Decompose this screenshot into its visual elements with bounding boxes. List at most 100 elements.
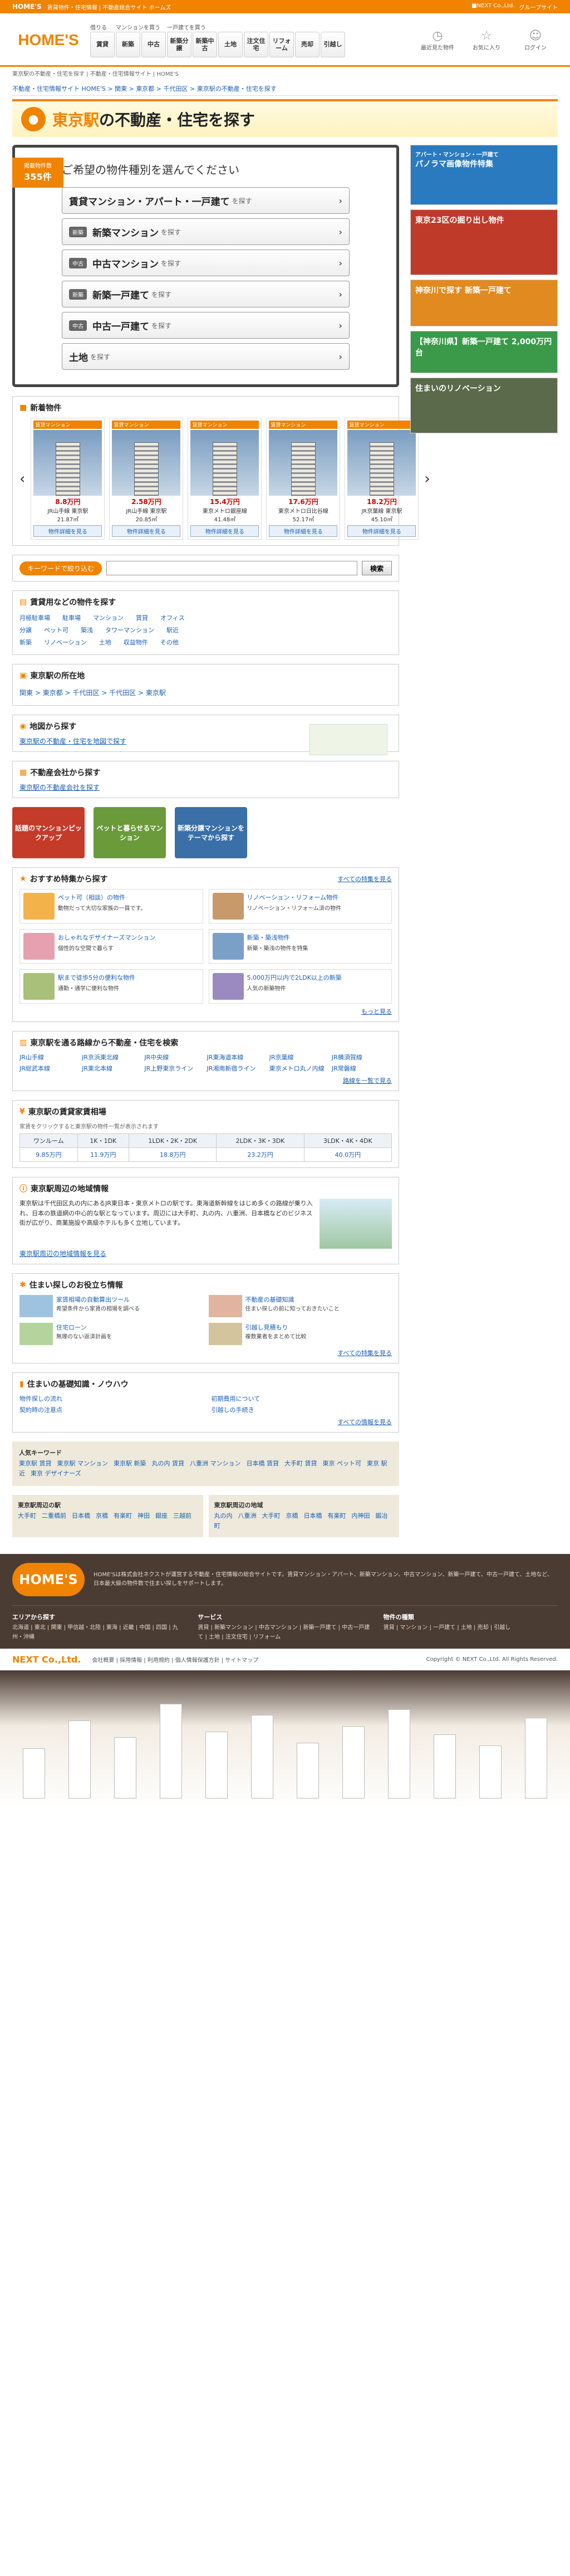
nearby-link[interactable]: 大手町 <box>18 1512 36 1519</box>
condition-link[interactable]: 月極駐車場 <box>19 614 50 622</box>
property-photo[interactable] <box>347 430 416 496</box>
condition-link[interactable]: ペット可 <box>44 627 68 634</box>
property-photo[interactable] <box>190 430 259 496</box>
line-link[interactable]: 東京メトロ丸ノ内線 <box>269 1064 330 1073</box>
breadcrumb-item[interactable]: 東京都 <box>136 85 154 92</box>
pickup-banner-1[interactable]: ペットと暮らせるマンション <box>94 807 166 858</box>
sidebar-banner-3[interactable]: 【神奈川県】新築一戸建て 2,000万円台 <box>410 331 558 373</box>
header-star-button[interactable]: ☆ お気に入り <box>464 23 509 57</box>
feature-item[interactable]: リノベーション・リフォーム物件 リノベーション・リフォーム済の物件 <box>208 889 392 923</box>
property-photo[interactable] <box>33 430 102 496</box>
popular-keyword[interactable]: 日本橋 賃貸 <box>247 1460 279 1467</box>
carousel-prev-icon[interactable]: ‹ <box>19 471 25 487</box>
line-link[interactable]: JR京浜東北線 <box>82 1053 142 1062</box>
feature-item[interactable]: ペット可（相談）の物件 動物だって大切な家族の一員です。 <box>19 889 203 923</box>
line-link[interactable]: JR横須賀線 <box>332 1053 392 1062</box>
rent-value[interactable]: 23.2万円 <box>216 1147 304 1162</box>
all-useful-link[interactable]: すべての特集を見る <box>337 1350 392 1357</box>
popular-keyword[interactable]: 東京駅 マンション <box>57 1460 109 1467</box>
condition-link[interactable]: オフィス <box>160 614 185 622</box>
popular-keyword[interactable]: 丸の内 賃貸 <box>152 1460 185 1467</box>
useful-title[interactable]: 家賃相場の自動算出ツール <box>56 1295 140 1304</box>
property-detail-button[interactable]: 物件詳細を見る <box>347 525 416 537</box>
knowhow-link[interactable]: 初期費用について <box>212 1394 392 1403</box>
footer-logo[interactable]: HOME'S <box>12 1563 85 1597</box>
type-button-0[interactable]: 賃貸マンション・アパート・一戸建て を探す › <box>62 187 350 214</box>
nearby-link[interactable]: 京橋 <box>96 1512 108 1519</box>
footer-column-links[interactable]: 北海道 | 東北 | 関東 | 甲信越・北陸 | 東海 | 近畿 | 中国 | … <box>12 1623 186 1642</box>
condition-link[interactable]: 賃貸 <box>136 614 148 622</box>
keyword-input[interactable] <box>106 561 357 575</box>
knowhow-link[interactable]: 物件探しの流れ <box>19 1394 200 1403</box>
nearby-link[interactable]: 日本橋 <box>72 1512 90 1519</box>
feature-item[interactable]: 駅まで徒歩5分の便利な物件 通勤・通学に便利な物件 <box>19 969 203 1004</box>
nav-button-2-0[interactable]: 新築分譲 <box>167 32 191 57</box>
property-card[interactable]: 賃貸マンション 18.2万円 JR京葉線 東京駅 45.10㎡ 物件詳細を見る <box>345 418 419 540</box>
line-link[interactable]: JR山手線 <box>19 1053 80 1062</box>
condition-link[interactable]: マンション <box>93 614 124 622</box>
header-clock-button[interactable]: ◷ 最近見た物件 <box>415 23 460 57</box>
feature-title[interactable]: 駅まで徒歩5分の便利な物件 <box>58 973 135 982</box>
popular-keyword[interactable]: 東京 デザイナーズ <box>31 1470 81 1477</box>
feature-title[interactable]: 5,000万円以内で2LDK以上の新築 <box>247 973 342 982</box>
footer-column-links[interactable]: 賃貸 | 新築マンション | 中古マンション | 新築一戸建て | 中古一戸建て… <box>198 1623 372 1642</box>
station-path-item[interactable]: 東京都 <box>43 689 63 697</box>
agent-search-link[interactable]: 東京駅の不動産会社を探す <box>19 781 100 794</box>
nav-button-2-1[interactable]: 新築中古 <box>193 32 217 57</box>
footer-links[interactable]: 会社概要 | 採用情報 | 利用規約 | 個人情報保護方針 | サイトマップ <box>92 1655 258 1664</box>
type-button-3[interactable]: 新築 新築一戸建て を探す › <box>62 281 350 307</box>
station-path-item[interactable]: 関東 <box>19 689 33 697</box>
feature-item[interactable]: 5,000万円以内で2LDK以上の新築 人気の新築物件 <box>208 969 392 1004</box>
knowhow-link[interactable]: 契約時の注意点 <box>19 1405 200 1414</box>
company-link[interactable]: ■NEXT Co.,Ltd. <box>471 3 515 11</box>
breadcrumb-item[interactable]: 千代田区 <box>164 85 188 92</box>
all-lines-link[interactable]: 路線を一覧で見る <box>343 1077 392 1084</box>
property-detail-button[interactable]: 物件詳細を見る <box>112 525 181 537</box>
nav-button-3-4[interactable]: 引越し <box>321 32 345 57</box>
line-link[interactable]: JR常磐線 <box>332 1064 392 1073</box>
condition-link[interactable]: その他 <box>160 639 179 646</box>
line-link[interactable]: JR上野東京ライン <box>144 1064 204 1073</box>
nearby-link[interactable]: 三越前 <box>173 1512 191 1519</box>
line-link[interactable]: JR京葉線 <box>269 1053 330 1062</box>
condition-link[interactable]: 駐車場 <box>62 614 81 622</box>
popular-keyword[interactable]: 東京駅 賃貸 <box>19 1460 52 1467</box>
sidebar-banner-4[interactable]: 住まいのリノベーション <box>410 378 558 433</box>
station-path-item[interactable]: 東京駅 <box>146 689 166 697</box>
line-link[interactable]: JR総武本線 <box>19 1064 80 1073</box>
line-link[interactable]: JR湘南新宿ライン <box>207 1064 267 1073</box>
nearby-link[interactable]: 丸の内 <box>214 1512 233 1519</box>
type-button-5[interactable]: 土地 を探す › <box>62 343 350 370</box>
rent-value[interactable]: 18.8万円 <box>129 1147 217 1162</box>
nav-button-3-2[interactable]: リフォーム <box>269 32 294 57</box>
condition-link[interactable]: リノベーション <box>44 639 87 646</box>
condition-link[interactable]: 駅近 <box>166 627 179 634</box>
useful-item[interactable]: 不動産の基礎知識 住まい探しの前に知っておきたいこと <box>208 1295 392 1317</box>
header-user-button[interactable]: ☺ ログイン <box>513 23 558 57</box>
nearby-link[interactable]: 京橋 <box>286 1512 298 1519</box>
line-link[interactable]: JR東北本線 <box>82 1064 142 1073</box>
useful-title[interactable]: 引越し見積もり <box>245 1323 307 1332</box>
search-button[interactable]: 検索 <box>361 561 392 575</box>
useful-title[interactable]: 不動産の基礎知識 <box>245 1295 340 1304</box>
line-link[interactable]: JR中央線 <box>144 1053 204 1062</box>
condition-link[interactable]: 土地 <box>99 639 111 646</box>
breadcrumb-item[interactable]: 東京駅の不動産・住宅を探す <box>197 85 277 92</box>
nav-button-1-0[interactable]: 新築 <box>116 32 140 57</box>
map-search-link[interactable]: 東京駅の不動産・住宅を地図で探す <box>19 735 126 747</box>
popular-keyword[interactable]: 大手町 賃貸 <box>284 1460 317 1467</box>
condition-link[interactable]: タワーマンション <box>105 627 154 634</box>
area-info-link[interactable]: 東京駅周辺の地域情報を見る <box>19 1248 106 1260</box>
nav-button-0-0[interactable]: 賃貸 <box>90 32 115 57</box>
nearby-link[interactable]: 有楽町 <box>328 1512 346 1519</box>
all-knowhow-link[interactable]: すべての情報を見る <box>337 1419 392 1426</box>
property-detail-button[interactable]: 物件詳細を見る <box>190 525 259 537</box>
rent-value[interactable]: 9.85万円 <box>19 1147 78 1162</box>
top-logo[interactable]: HOME'S <box>12 3 42 11</box>
nearby-link[interactable]: 銀座 <box>155 1512 168 1519</box>
property-detail-button[interactable]: 物件詳細を見る <box>33 525 102 537</box>
type-button-1[interactable]: 新築 新築マンション を探す › <box>62 218 350 245</box>
type-button-2[interactable]: 中古 中古マンション を探す › <box>62 250 350 276</box>
nav-button-3-3[interactable]: 売却 <box>295 32 320 57</box>
group-link[interactable]: グループサイト <box>519 3 558 11</box>
